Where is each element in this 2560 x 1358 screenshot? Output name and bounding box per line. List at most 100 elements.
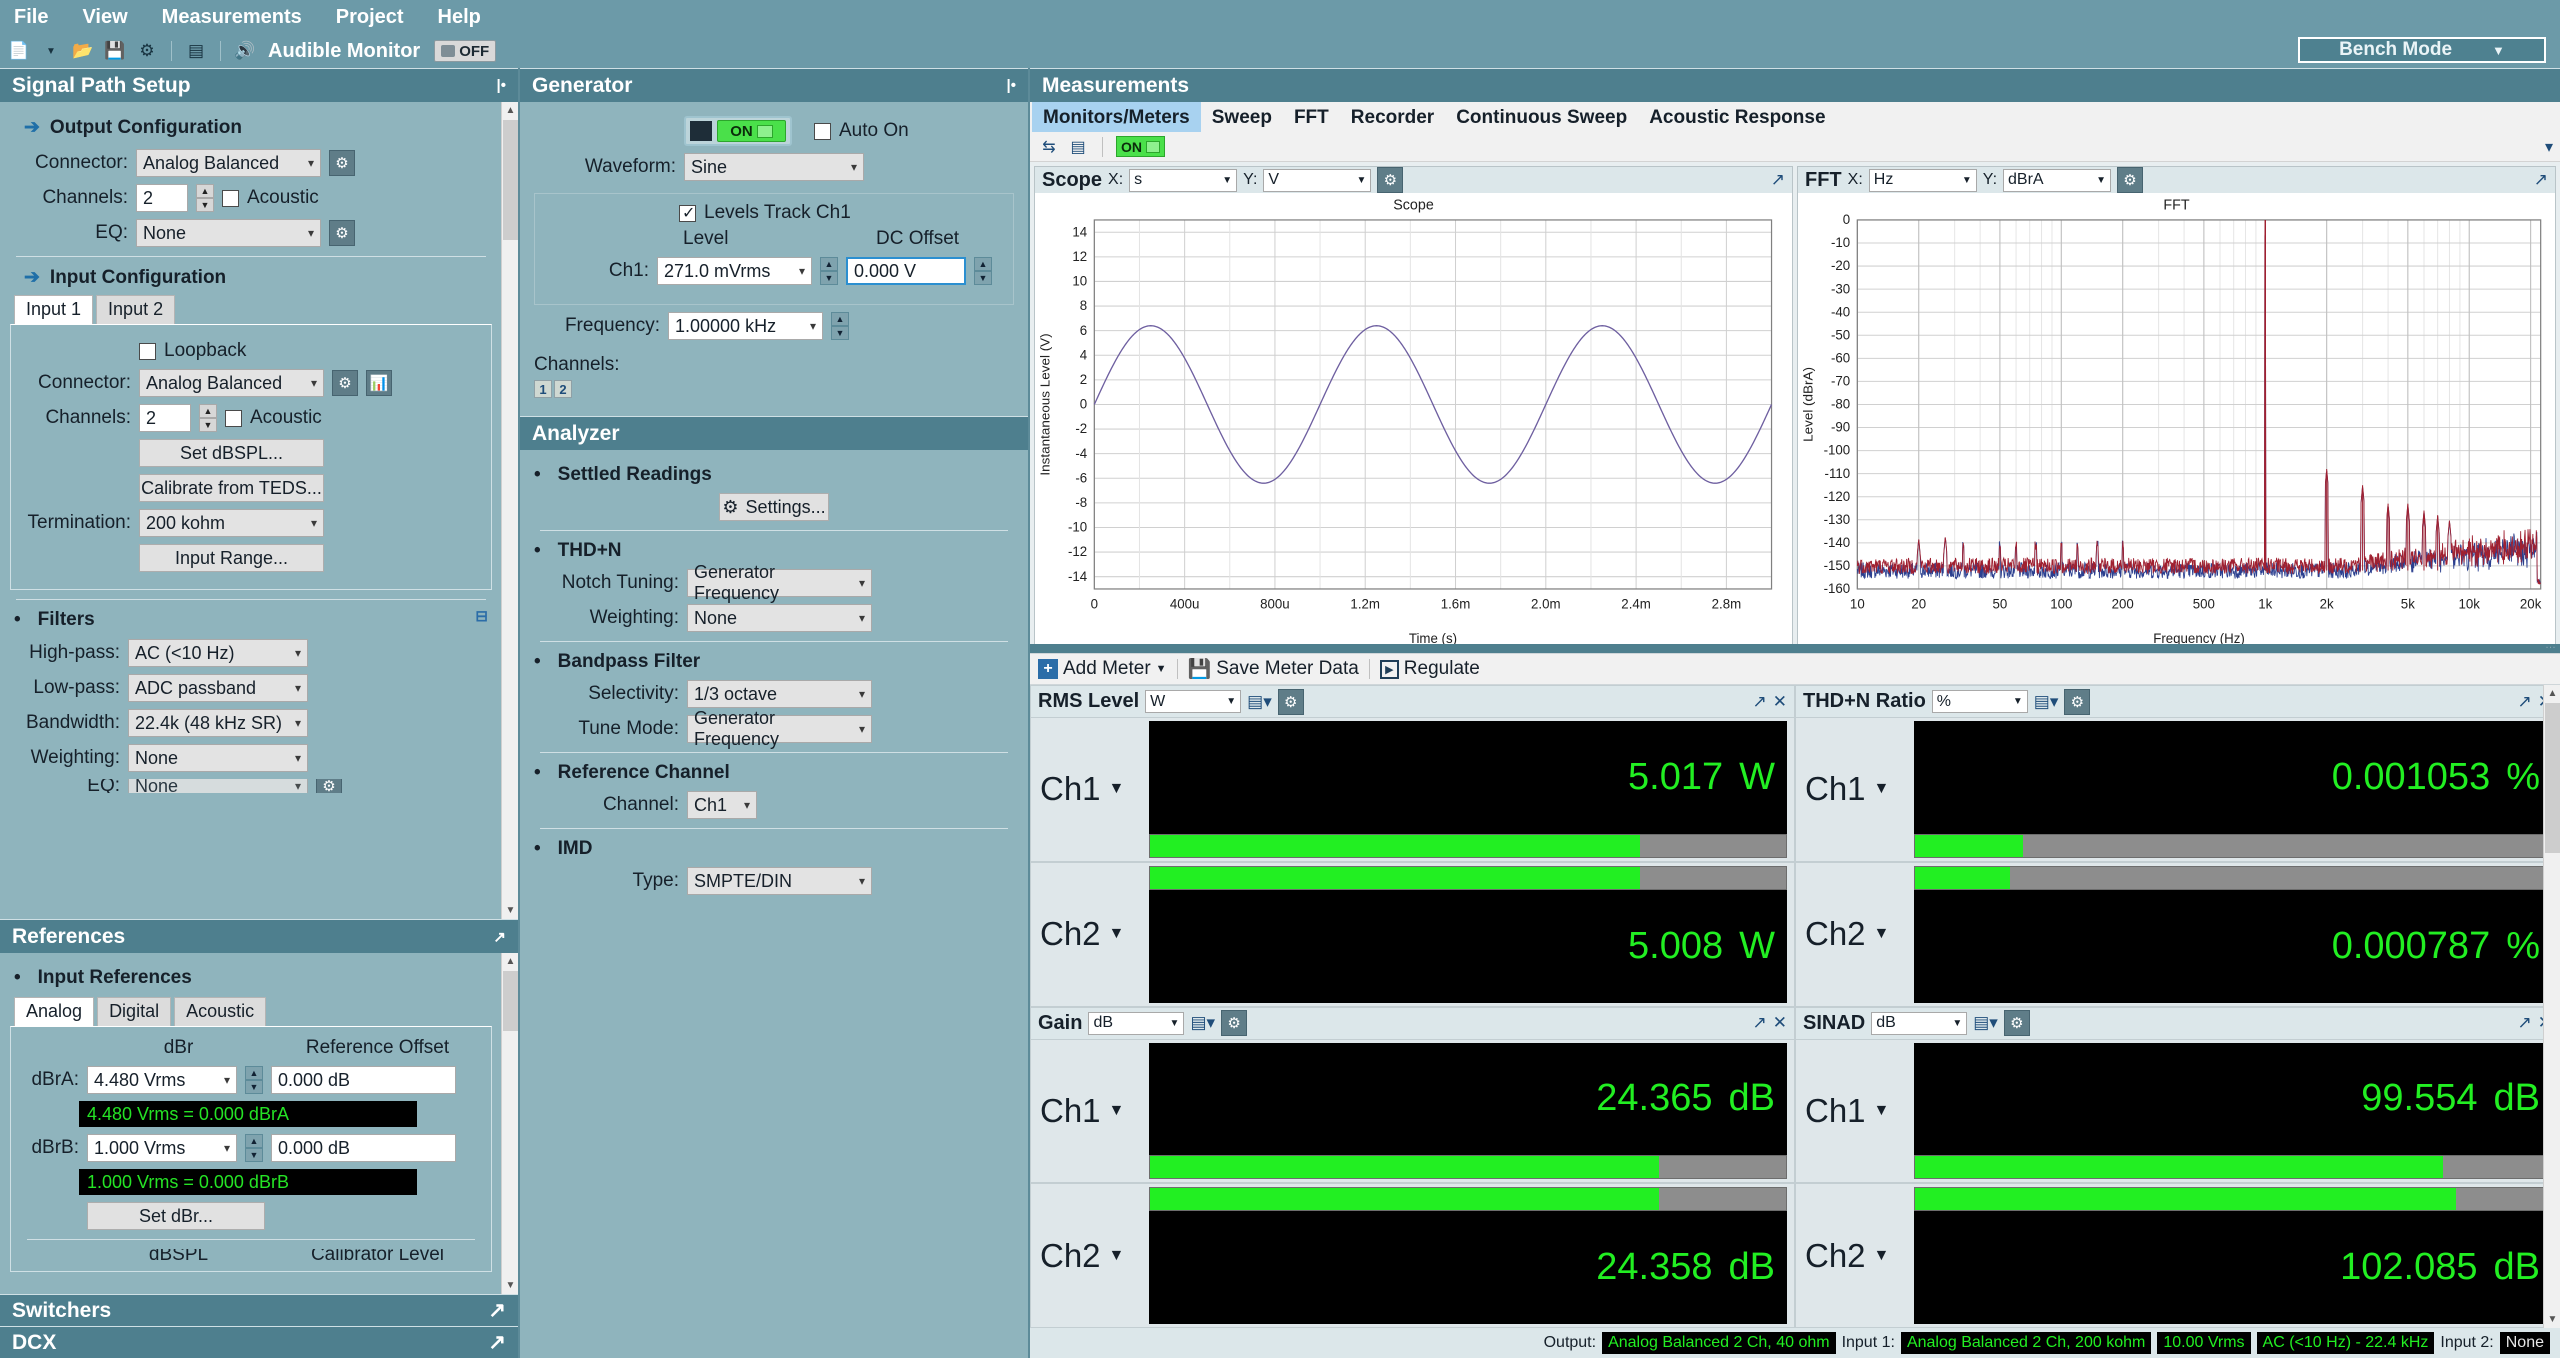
input-connector-select[interactable]: Analog Balanced ▾	[139, 369, 324, 397]
tab-recorder[interactable]: Recorder	[1340, 102, 1445, 132]
selectivity-select[interactable]: 1/3 octave ▾	[687, 680, 872, 708]
tab-acoustic[interactable]: Acoustic	[174, 997, 267, 1026]
tab-input-2[interactable]: Input 2	[96, 295, 176, 324]
tune-mode-select[interactable]: Generator Frequency ▾	[687, 708, 872, 749]
fft-settings-gear-icon[interactable]: ⚙	[2117, 167, 2144, 193]
add-meter-button[interactable]: + Add Meter ▼	[1038, 658, 1167, 680]
meter-open-in-window-icon[interactable]: ↗	[1753, 692, 1767, 712]
scroll-up-arrow-icon[interactable]: ▲	[502, 102, 518, 119]
output-channels-stepper[interactable]: ▲ ▼	[196, 184, 214, 212]
meter-graph-icon[interactable]: ▤▾	[2034, 692, 2059, 712]
meter-settings-gear-icon[interactable]: ⚙	[1221, 1010, 1248, 1036]
set-dbr-button[interactable]: Set dBr...	[87, 1202, 265, 1230]
highpass-select[interactable]: AC (<10 Hz) ▾	[128, 639, 308, 667]
save-meter-data-button[interactable]: 💾 Save Meter Data	[1188, 657, 1359, 681]
output-eq-select[interactable]: None ▾	[136, 219, 321, 247]
gain-unit-select[interactable]: dB ▼	[1088, 1011, 1185, 1035]
input-acoustic-checkbox[interactable]	[225, 409, 242, 427]
filter-weighting-select[interactable]: None ▾	[128, 744, 308, 772]
rms-level-unit-select[interactable]: W ▼	[1145, 690, 1242, 713]
scope-open-in-window-icon[interactable]: ↗	[1771, 170, 1785, 190]
scroll-down-arrow-icon[interactable]: ▼	[502, 902, 518, 919]
levels-track-ch1-checkbox[interactable]	[679, 203, 696, 223]
dbrb-stepper[interactable]: ▲ ▼	[245, 1134, 263, 1162]
generator-channel-1-button[interactable]: 1	[534, 380, 552, 398]
generator-channel-2-button[interactable]: 2	[554, 380, 572, 398]
waveform-select[interactable]: Sine ▾	[684, 153, 864, 181]
channel-selector[interactable]: Ch2 ▼	[1796, 863, 1914, 1006]
switchers-panel-header[interactable]: Switchers ↗	[0, 1294, 518, 1326]
generator-on-toggle[interactable]: ON	[684, 116, 792, 146]
open-in-window-icon[interactable]: ↗	[493, 928, 506, 946]
open-in-window-icon[interactable]: ↗	[488, 1330, 506, 1355]
collapse-toolbar-icon[interactable]: ▾	[2538, 136, 2560, 158]
output-connector-select[interactable]: Analog Balanced ▾	[136, 149, 321, 177]
imd-type-select[interactable]: SMPTE/DIN ▾	[687, 867, 872, 895]
settings-gear-icon[interactable]: ⚙	[134, 38, 160, 64]
dbra-offset-input[interactable]: 0.000 dB	[271, 1066, 456, 1094]
menu-item-project[interactable]: Project	[336, 6, 404, 29]
graphs-meters-splitter[interactable]: …	[1030, 639, 2560, 653]
scrollbar-thumb[interactable]	[2545, 703, 2560, 853]
ch1-dc-offset-stepper[interactable]: ▲ ▼	[974, 257, 992, 285]
filters-collapse-icon[interactable]: ⊟	[475, 607, 488, 625]
swap-arrows-icon[interactable]: ⇆	[1038, 136, 1060, 158]
bench-mode-selector[interactable]: Bench Mode ▼	[2298, 37, 2546, 63]
collapse-panel-icon[interactable]: |•	[1007, 77, 1016, 94]
dbra-stepper[interactable]: ▲ ▼	[245, 1066, 263, 1094]
meter-open-in-window-icon[interactable]: ↗	[1753, 1013, 1767, 1033]
frequency-input[interactable]: 1.00000 kHz ▾	[668, 312, 823, 340]
channel-selector[interactable]: Ch2 ▼	[1796, 1184, 1914, 1327]
input-connector-chart-icon[interactable]: 📊	[366, 370, 392, 396]
tab-continuous-sweep[interactable]: Continuous Sweep	[1445, 102, 1638, 132]
ch1-level-stepper[interactable]: ▲ ▼	[820, 257, 838, 285]
open-in-window-icon[interactable]: ↗	[488, 1298, 506, 1323]
input-connector-settings-gear-icon[interactable]: ⚙	[332, 370, 358, 396]
meter-close-icon[interactable]: ✕	[1773, 1013, 1787, 1033]
fft-plot-area[interactable]: FFT 0 -10 -20 -30 -40 -50 -60 -70 -80 -90 -100 -110 -…	[1798, 193, 2555, 650]
filter-eq-select[interactable]: None ▾	[128, 779, 308, 793]
channel-selector[interactable]: Ch1 ▼	[1031, 718, 1149, 861]
settled-readings-settings-button[interactable]: ⚙ Settings...	[719, 493, 829, 521]
tab-acoustic-response[interactable]: Acoustic Response	[1638, 102, 1836, 132]
auto-on-checkbox[interactable]	[814, 122, 831, 140]
audible-monitor-toggle[interactable]: OFF	[434, 40, 497, 62]
meter-open-in-window-icon[interactable]: ↗	[2518, 692, 2532, 712]
dcx-panel-header[interactable]: DCX ↗	[0, 1326, 518, 1358]
meter-settings-gear-icon[interactable]: ⚙	[2003, 1010, 2030, 1036]
fft-x-unit-select[interactable]: Hz ▼	[1868, 168, 1977, 192]
ch1-level-input[interactable]: 271.0 mVrms ▾	[657, 257, 812, 285]
tab-input-1[interactable]: Input 1	[14, 295, 94, 324]
output-connector-settings-gear-icon[interactable]: ⚙	[329, 150, 355, 176]
input-channels-input[interactable]: 2	[139, 404, 191, 432]
tab-digital[interactable]: Digital	[97, 997, 172, 1026]
scroll-up-arrow-icon[interactable]: ▲	[502, 953, 518, 970]
menu-item-measurements[interactable]: Measurements	[162, 6, 302, 29]
channel-selector[interactable]: Ch2 ▼	[1031, 863, 1149, 1006]
filter-eq-settings-gear-icon[interactable]: ⚙	[316, 779, 342, 793]
menu-item-view[interactable]: View	[82, 6, 127, 29]
waveform-icon[interactable]: ▤	[183, 38, 209, 64]
scope-y-unit-select[interactable]: V ▼	[1263, 168, 1372, 192]
channel-selector[interactable]: Ch2 ▼	[1031, 1184, 1149, 1327]
speaker-icon[interactable]: 🔊	[232, 38, 258, 64]
frequency-stepper[interactable]: ▲ ▼	[831, 312, 849, 340]
regulate-button[interactable]: ▶ Regulate	[1379, 658, 1480, 680]
bandwidth-select[interactable]: 22.4k (48 kHz SR) ▾	[128, 709, 308, 737]
thdn-weighting-select[interactable]: None ▾	[687, 604, 872, 632]
collapse-panel-icon[interactable]: |•	[497, 77, 506, 94]
channel-selector[interactable]: Ch1 ▼	[1796, 1040, 1914, 1183]
scrollbar-thumb[interactable]	[503, 971, 518, 1031]
scroll-up-arrow-icon[interactable]: ▲	[2544, 685, 2560, 702]
tab-monitors-meters[interactable]: Monitors/Meters	[1032, 102, 1201, 132]
chevron-down-icon[interactable]: ▼	[38, 38, 64, 64]
menu-item-file[interactable]: File	[14, 6, 48, 29]
tab-fft[interactable]: FFT	[1283, 102, 1340, 132]
termination-select[interactable]: 200 kohm ▾	[139, 509, 324, 537]
signal-path-scrollbar[interactable]: ▲ ▼	[501, 102, 518, 919]
sinad-unit-select[interactable]: dB ▼	[1871, 1011, 1968, 1035]
fft-open-in-window-icon[interactable]: ↗	[2534, 170, 2548, 190]
reference-channel-select[interactable]: Ch1 ▾	[687, 791, 757, 819]
meter-graph-icon[interactable]: ▤▾	[1247, 692, 1272, 712]
meter-settings-gear-icon[interactable]: ⚙	[1277, 688, 1304, 715]
